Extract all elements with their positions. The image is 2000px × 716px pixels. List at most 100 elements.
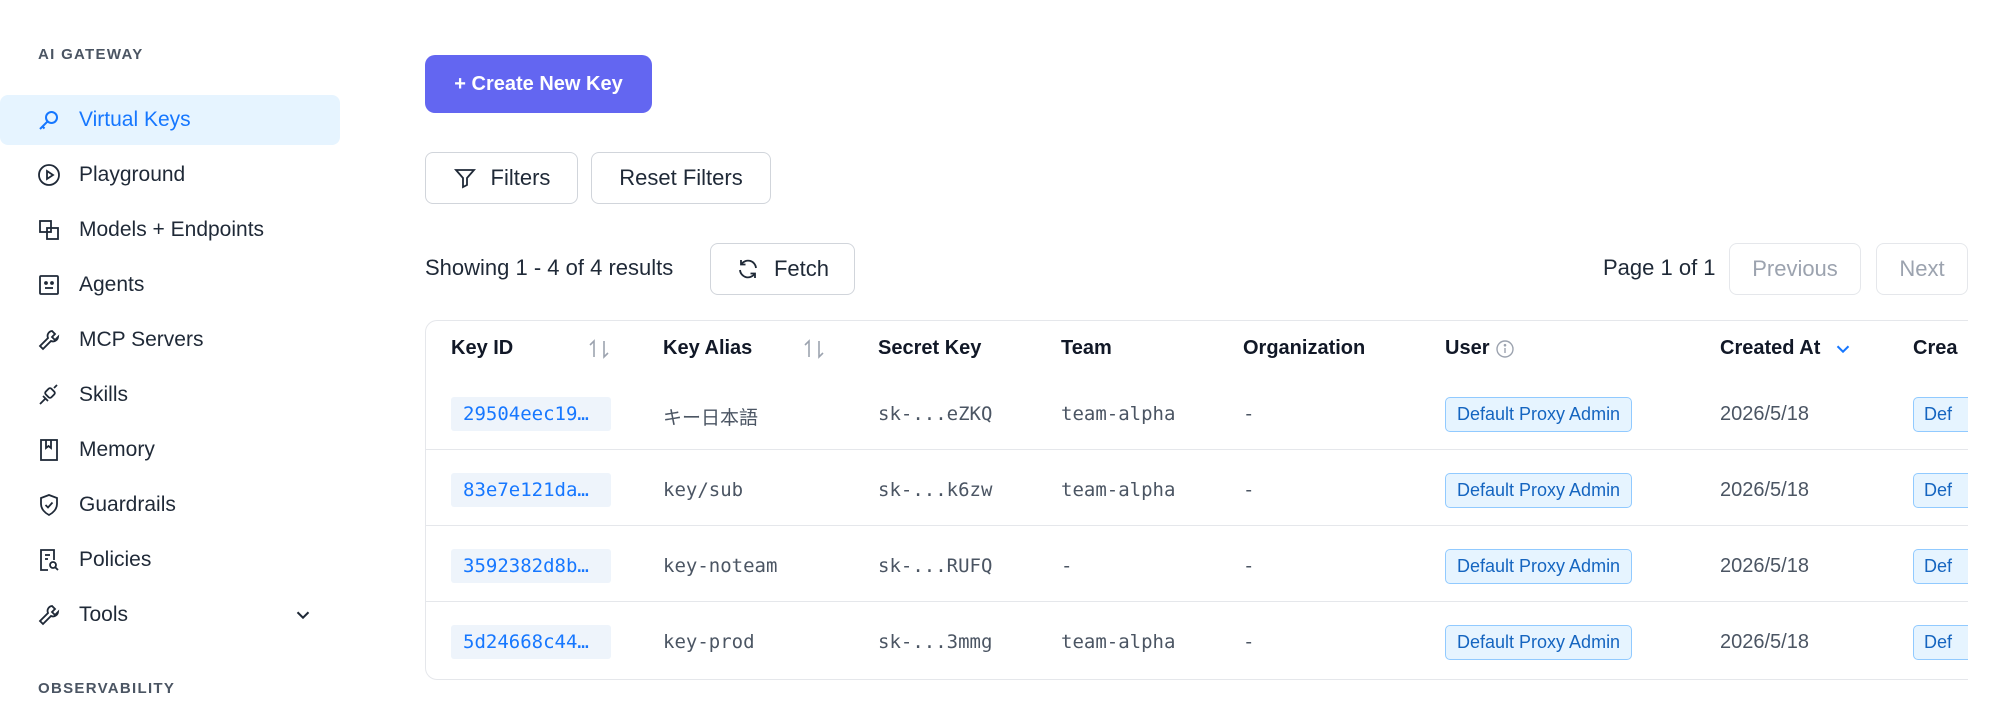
safety-icon [37, 493, 61, 517]
sidebar-item-label: Agents [79, 273, 145, 296]
row-divider [426, 449, 1968, 450]
sort-icon[interactable] [586, 337, 612, 361]
sort-desc-icon[interactable] [1832, 338, 1854, 360]
table-row: 3592382d8b… key-noteam sk-...RUFQ - - De… [426, 529, 1968, 605]
section-label-ai-gateway: AI GATEWAY [38, 46, 144, 63]
sidebar-item-memory[interactable]: Memory [0, 425, 340, 475]
sidebar-item-models-endpoints[interactable]: Models + Endpoints [0, 205, 340, 255]
header-user: User [1445, 337, 1515, 360]
key-id-link[interactable]: 3592382d8b… [451, 549, 611, 583]
header-secret-key: Secret Key [878, 337, 982, 359]
created-at-cell: 2026/5/18 [1720, 555, 1809, 577]
sidebar-item-label: Tools [79, 603, 129, 626]
sidebar-item-label: Guardrails [79, 493, 176, 516]
key-alias-cell: key-noteam [663, 555, 778, 577]
sidebar-item-playground[interactable]: Playground [0, 150, 340, 200]
sidebar-item-label: Models + Endpoints [79, 218, 265, 241]
team-cell: team-alpha [1061, 403, 1176, 425]
book-icon [37, 438, 61, 462]
header-key-alias[interactable]: Key Alias [663, 337, 752, 360]
organization-cell: - [1243, 631, 1255, 653]
organization-cell: - [1243, 555, 1255, 577]
fetch-button[interactable]: Fetch [710, 243, 855, 295]
previous-button[interactable]: Previous [1729, 243, 1861, 295]
created-by-badge: Def [1913, 625, 1968, 660]
user-badge: Default Proxy Admin [1445, 397, 1633, 432]
audit-icon [37, 548, 61, 572]
header-organization: Organization [1243, 337, 1366, 359]
key-id-link[interactable]: 5d24668c44… [451, 625, 611, 659]
secret-key-cell: sk-...eZKQ [878, 403, 993, 425]
api-icon [37, 383, 61, 407]
info-icon[interactable] [1495, 339, 1515, 359]
sidebar-item-virtual-keys[interactable]: Virtual Keys [0, 95, 340, 145]
block-icon [37, 218, 61, 242]
page-indicator: Page 1 of 1 [1603, 255, 1716, 280]
key-alias-cell: キー日本語 [663, 407, 759, 429]
reset-filters-button[interactable]: Reset Filters [591, 152, 771, 204]
play-circle-icon [37, 163, 61, 187]
row-divider [426, 601, 1968, 602]
secret-key-cell: sk-...k6zw [878, 479, 993, 501]
chevron-down-icon[interactable] [292, 604, 314, 626]
keys-table: Key ID Key Alias Secret Key Team Organiz… [425, 320, 1968, 680]
robot-icon [37, 273, 61, 297]
sidebar-item-skills[interactable]: Skills [0, 370, 340, 420]
header-created-at-label: Created At [1720, 337, 1821, 359]
header-created-by: Crea [1913, 337, 1958, 359]
sidebar-item-label: Policies [79, 548, 152, 571]
created-by-badge: Def [1913, 397, 1968, 432]
secret-key-cell: sk-...3mmg [878, 631, 993, 653]
created-at-cell: 2026/5/18 [1720, 403, 1809, 425]
refresh-icon [739, 259, 757, 279]
table-row: 29504eec19… キー日本語 sk-...eZKQ team-alpha … [426, 377, 1968, 453]
secret-key-cell: sk-...RUFQ [878, 555, 993, 577]
next-button[interactable]: Next [1876, 243, 1968, 295]
section-label-observability: OBSERVABILITY [38, 680, 176, 697]
key-id-link[interactable]: 29504eec19… [451, 397, 611, 431]
user-badge: Default Proxy Admin [1445, 549, 1633, 584]
sidebar-item-label: Memory [79, 438, 155, 461]
header-key-id[interactable]: Key ID [451, 337, 513, 360]
team-cell: team-alpha [1061, 631, 1176, 653]
tool-icon [37, 328, 61, 352]
filters-button[interactable]: Filters [425, 152, 578, 204]
created-by-badge: Def [1913, 549, 1968, 584]
created-at-cell: 2026/5/18 [1720, 479, 1809, 501]
sidebar-item-label: Skills [79, 383, 129, 406]
header-created-at[interactable]: Created At [1720, 337, 1854, 360]
team-cell: - [1061, 555, 1073, 577]
key-icon [37, 108, 61, 132]
header-user-label: User [1445, 337, 1490, 359]
table-row: 5d24668c44… key-prod sk-...3mmg team-alp… [426, 605, 1968, 679]
created-by-badge: Def [1913, 473, 1968, 508]
key-alias-cell: key/sub [663, 479, 744, 501]
sidebar-item-tools[interactable]: Tools [0, 590, 340, 640]
user-badge: Default Proxy Admin [1445, 473, 1633, 508]
sidebar-item-guardrails[interactable]: Guardrails [0, 480, 340, 530]
sidebar: AI GATEWAY Virtual Keys Playground Model… [0, 0, 345, 716]
key-alias-cell: key-prod [663, 631, 755, 653]
filter-icon [453, 169, 476, 189]
create-new-key-button[interactable]: + Create New Key [425, 55, 652, 113]
key-id-link[interactable]: 83e7e121da… [451, 473, 611, 507]
sidebar-item-label: Virtual Keys [79, 108, 191, 131]
team-cell: team-alpha [1061, 479, 1176, 501]
sidebar-item-label: Playground [79, 163, 186, 186]
sidebar-item-policies[interactable]: Policies [0, 535, 340, 585]
tool-icon [37, 603, 61, 627]
sidebar-item-agents[interactable]: Agents [0, 260, 340, 310]
organization-cell: - [1243, 403, 1255, 425]
results-count: Showing 1 - 4 of 4 results [425, 255, 674, 280]
sidebar-item-mcp-servers[interactable]: MCP Servers [0, 315, 340, 365]
table-row: 83e7e121da… key/sub sk-...k6zw team-alph… [426, 453, 1968, 529]
row-divider [426, 525, 1968, 526]
sidebar-item-label: MCP Servers [79, 328, 204, 351]
created-at-cell: 2026/5/18 [1720, 631, 1809, 653]
user-badge: Default Proxy Admin [1445, 625, 1633, 660]
sort-icon[interactable] [801, 337, 827, 361]
filters-label: Filters [490, 165, 551, 190]
header-team: Team [1061, 337, 1112, 359]
fetch-label: Fetch [773, 256, 830, 281]
organization-cell: - [1243, 479, 1255, 501]
